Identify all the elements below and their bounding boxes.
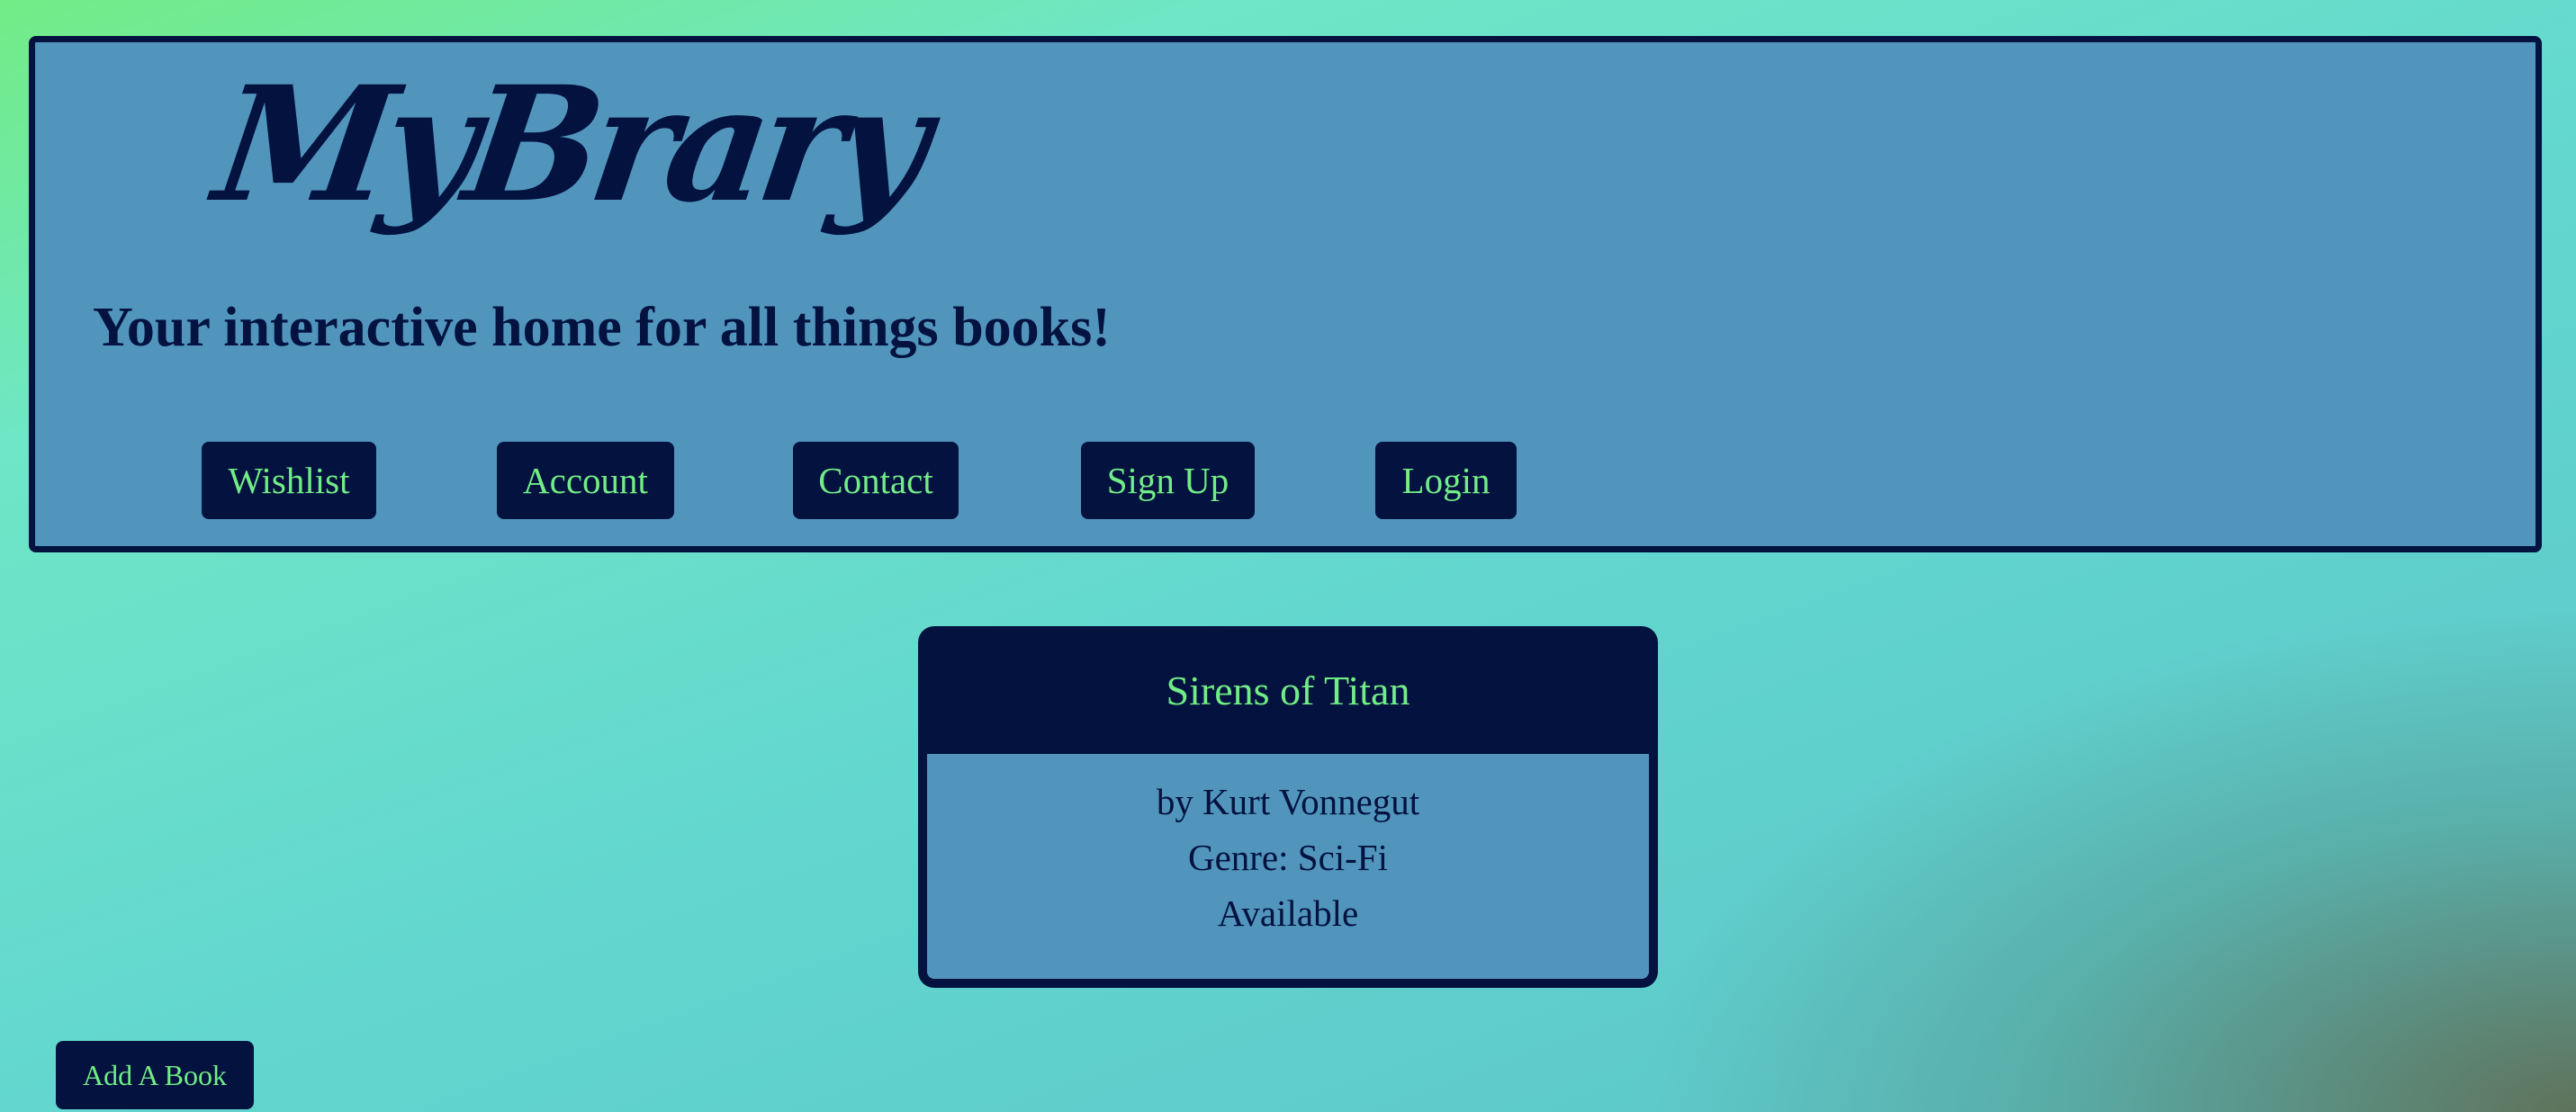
nav-login-button[interactable]: Login — [1375, 442, 1517, 519]
nav-wishlist-button[interactable]: Wishlist — [202, 442, 376, 519]
book-details: by Kurt Vonnegut Genre: Sci-Fi Available — [927, 754, 1649, 979]
site-tagline: Your interactive home for all things boo… — [93, 297, 1111, 358]
book-genre: Genre: Sci-Fi — [1187, 837, 1389, 878]
book-title: Sirens of Titan — [1166, 667, 1410, 713]
nav-signup-button[interactable]: Sign Up — [1081, 442, 1255, 519]
add-book-button[interactable]: Add A Book — [56, 1041, 254, 1109]
nav-contact-button[interactable]: Contact — [793, 442, 959, 519]
book-card[interactable]: Sirens of Titan by Kurt Vonnegut Genre: … — [918, 626, 1658, 988]
site-logo[interactable]: MyBrary — [206, 51, 932, 238]
site-header: MyBrary Your interactive home for all th… — [29, 36, 2542, 552]
nav-account-button[interactable]: Account — [497, 442, 674, 519]
book-availability: Available — [1217, 892, 1359, 934]
book-author: by Kurt Vonnegut — [1156, 781, 1420, 822]
